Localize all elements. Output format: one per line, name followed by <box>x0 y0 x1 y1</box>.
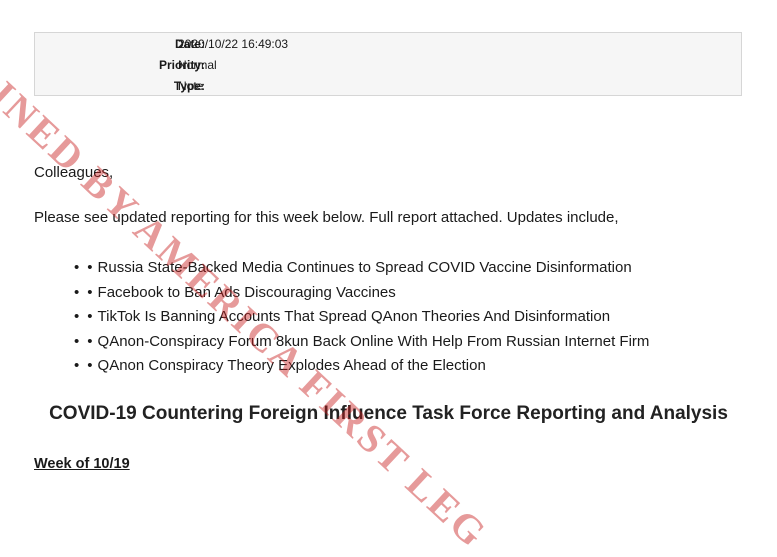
bullet-icon: • <box>74 332 80 350</box>
date-value: 2020/10/22 16:49:03 <box>178 37 289 51</box>
bullet-icon: • <box>87 283 93 301</box>
bullet-icon: • <box>74 308 80 325</box>
type-row: Type: Note <box>35 76 741 97</box>
list-item-text: Facebook to Ban Ads Discouraging Vaccine… <box>97 283 396 301</box>
list-item-text: Russia State-Backed Media Continues to S… <box>97 259 632 276</box>
bullet-icon: • <box>87 357 93 374</box>
list-item: • • QAnon-Conspiracy Forum 8kun Back Onlin… <box>74 332 649 357</box>
message-header: Date: 2020/10/22 16:49:03 Priority: Norm… <box>34 32 742 96</box>
priority-value: Normal <box>178 58 217 72</box>
bullet-icon: • <box>74 357 80 374</box>
bullet-icon: • <box>87 259 93 276</box>
bullet-icon: • <box>74 259 80 276</box>
list-item-text: TikTok Is Banning Accounts That Spread Q… <box>97 308 611 325</box>
bullet-icon: • <box>87 308 93 325</box>
list-item: • • QAnon Conspiracy Theory Explodes Ahead… <box>74 356 649 381</box>
type-value: Note <box>178 79 204 93</box>
week-heading: Week of 10/19 <box>34 456 130 472</box>
bullet-icon: • <box>87 332 93 350</box>
list-item: • • Facebook to Ban Ads Discouraging Vacci… <box>74 283 649 308</box>
list-item-text: QAnon Conspiracy Theory Explodes Ahead o… <box>97 357 486 374</box>
report-heading: COVID-19 Countering Foreign Influence Ta… <box>49 403 728 424</box>
bullet-icon: • <box>74 283 80 301</box>
list-item: • • Russia State-Backed Media Continues to… <box>74 258 649 283</box>
intro-paragraph: Please see updated reporting for this we… <box>34 209 619 226</box>
date-row: Date: 2020/10/22 16:49:03 <box>35 34 741 55</box>
priority-row: Priority: Normal <box>35 55 741 76</box>
update-list: • • Russia State-Backed Media Continues to… <box>74 258 649 381</box>
list-item-text: QAnon-Conspiracy Forum 8kun Back Online … <box>97 332 650 350</box>
list-item: • • TikTok Is Banning Accounts That Spread… <box>74 307 649 332</box>
greeting: Colleagues, <box>34 164 114 181</box>
